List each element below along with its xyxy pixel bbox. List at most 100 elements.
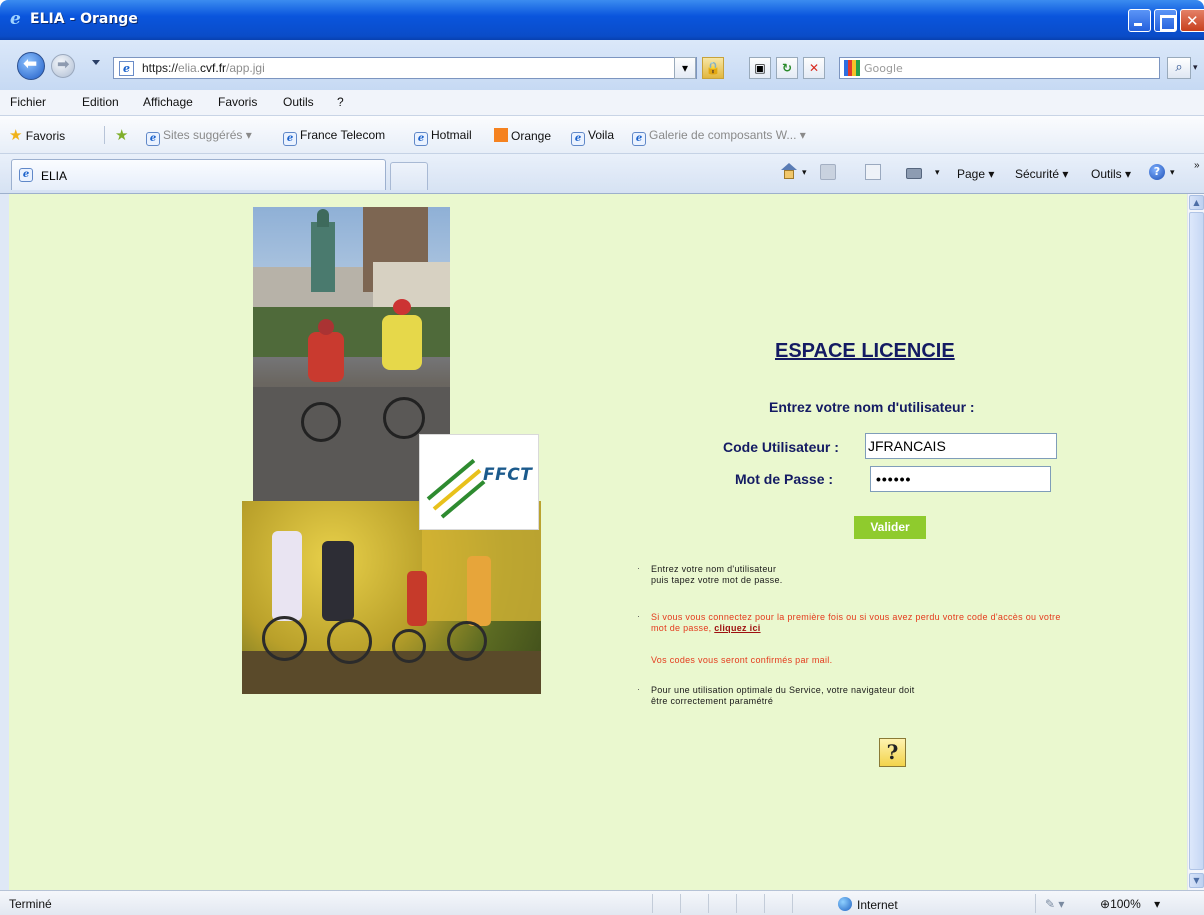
search-input[interactable]: Google: [839, 57, 1160, 79]
ie-page-icon: e: [632, 132, 646, 146]
separator: [736, 894, 737, 913]
bullet: ·: [637, 611, 640, 621]
note-line: puis tapez votre mot de passe.: [651, 575, 783, 585]
scroll-down-icon[interactable]: ▼: [1189, 873, 1204, 888]
note-line: mot de passe,: [651, 623, 715, 633]
page-menu[interactable]: Page ▾: [957, 167, 994, 181]
ie-page-icon: e: [146, 132, 160, 146]
note-instructions: Entrez votre nom d'utilisateur puis tape…: [651, 564, 783, 586]
ie-page-icon: e: [283, 132, 297, 146]
bullet: ·: [637, 684, 640, 694]
ie-page-icon: e: [19, 168, 33, 182]
password-input[interactable]: ••••••: [870, 466, 1051, 492]
recent-pages-dropdown[interactable]: [92, 60, 100, 65]
compatibility-view-icon[interactable]: ▣: [749, 57, 771, 79]
back-button[interactable]: ⬅: [17, 52, 45, 80]
bullet: ·: [637, 563, 640, 573]
fav-galerie[interactable]: e Galerie de composants W... ▾: [632, 128, 806, 146]
google-icon: [844, 60, 860, 76]
separator: [764, 894, 765, 913]
zone-label: Internet: [857, 898, 898, 912]
search-placeholder: Google: [864, 62, 903, 75]
security-menu[interactable]: Sécurité ▾: [1015, 167, 1068, 181]
new-tab-button[interactable]: [390, 162, 428, 190]
fav-label: Voila: [588, 128, 615, 142]
ie-page-icon: e: [571, 132, 585, 146]
forward-button[interactable]: ➡: [51, 54, 75, 78]
favorites-button[interactable]: ★ Favoris: [9, 126, 65, 144]
print-icon[interactable]: [906, 168, 922, 179]
fav-label: Hotmail: [431, 128, 472, 142]
add-favorite-icon[interactable]: ★: [115, 126, 128, 144]
note-line: Entrez votre nom d'utilisateur: [651, 564, 777, 574]
page-title: ESPACE LICENCIE: [775, 340, 955, 362]
page-content: [9, 194, 1187, 890]
vertical-scrollbar[interactable]: ▲ ▼: [1187, 194, 1204, 890]
fav-label: Orange: [511, 129, 552, 143]
help-dropdown[interactable]: ▾: [1170, 167, 1175, 178]
separator: [652, 894, 653, 913]
orange-icon: [494, 128, 508, 142]
window-title: ELIA - Orange: [30, 11, 138, 27]
separator: [792, 894, 793, 913]
click-here-link[interactable]: cliquez ici: [714, 623, 760, 633]
close-button[interactable]: [1180, 9, 1204, 32]
menu-affichage[interactable]: Affichage: [143, 95, 193, 109]
user-code-input[interactable]: JFRANCAIS: [865, 433, 1057, 459]
address-url: https://elia.cvf.fr/app.jgi: [142, 61, 265, 75]
address-bar[interactable]: e https://elia.cvf.fr/app.jgi: [113, 57, 697, 79]
note-first-login: Si vous vous connectez pour la première …: [651, 612, 1061, 634]
star-icon: ★: [9, 127, 23, 144]
ie-logo-icon: e: [10, 9, 21, 29]
print-dropdown[interactable]: ▾: [935, 167, 940, 178]
lock-icon[interactable]: 🔒: [702, 57, 724, 79]
scroll-up-icon[interactable]: ▲: [1189, 195, 1204, 210]
fav-voila[interactable]: e Voila: [571, 128, 614, 146]
tools-menu[interactable]: Outils ▾: [1091, 167, 1131, 181]
maximize-button[interactable]: [1154, 9, 1177, 32]
stop-icon[interactable]: ✕: [803, 57, 825, 79]
help-icon[interactable]: ?: [1149, 164, 1165, 180]
fav-label: Sites suggérés ▾: [163, 128, 252, 142]
minimize-button[interactable]: [1128, 9, 1151, 32]
home-icon[interactable]: [781, 163, 797, 170]
rss-feed-icon[interactable]: [820, 164, 836, 180]
search-icon[interactable]: ⌕: [1167, 57, 1191, 79]
scrollbar-thumb[interactable]: [1189, 212, 1204, 870]
password-label: Mot de Passe :: [735, 471, 834, 487]
help-button[interactable]: ?: [879, 738, 906, 767]
fav-hotmail[interactable]: e Hotmail: [414, 128, 472, 146]
menu-help[interactable]: ?: [337, 95, 344, 109]
note-line: être correctement paramétré: [651, 696, 774, 706]
fav-sites-suggeres[interactable]: e Sites suggérés ▾: [146, 128, 252, 146]
note-confirmation: Vos codes vous seront confirmés par mail…: [651, 655, 833, 665]
protected-mode-icon[interactable]: ✎ ▾: [1045, 897, 1064, 911]
fav-orange[interactable]: Orange: [494, 128, 551, 143]
note-line: Si vous vous connectez pour la première …: [651, 612, 1061, 622]
refresh-icon[interactable]: ↻: [776, 57, 798, 79]
menu-edition[interactable]: Edition: [82, 95, 119, 109]
back-arrow-icon: ⬅: [23, 54, 38, 74]
ie-page-icon: e: [414, 132, 428, 146]
chevron-right-icon[interactable]: »: [1194, 160, 1200, 171]
tab-elia[interactable]: e ELIA: [11, 159, 386, 190]
submit-button[interactable]: Valider: [854, 516, 926, 539]
home-dropdown[interactable]: ▾: [802, 167, 807, 178]
zoom-control[interactable]: ⊕100% ▾: [1100, 897, 1160, 911]
tab-row: e ELIA ▾ ▾ Page ▾ Sécurité ▾ Outils ▾ ? …: [0, 154, 1204, 194]
fav-france-telecom[interactable]: e France Telecom: [283, 128, 385, 146]
menu-fichier[interactable]: Fichier: [10, 95, 46, 109]
ffct-logo: FFCT: [419, 434, 539, 530]
address-dropdown-button[interactable]: ▾: [674, 57, 696, 79]
separator: [708, 894, 709, 913]
security-zone: Internet: [838, 897, 898, 912]
mail-icon[interactable]: [865, 164, 881, 180]
favorites-label: Favoris: [25, 129, 66, 143]
search-options-dropdown[interactable]: ▾: [1193, 57, 1204, 79]
fav-label: Galerie de composants W... ▾: [649, 128, 806, 142]
separator: [1035, 894, 1036, 913]
menu-outils[interactable]: Outils: [283, 95, 314, 109]
window-titlebar: e ELIA - Orange: [0, 0, 1204, 40]
note-line: Pour une utilisation optimale du Service…: [651, 685, 915, 695]
menu-favoris[interactable]: Favoris: [218, 95, 257, 109]
